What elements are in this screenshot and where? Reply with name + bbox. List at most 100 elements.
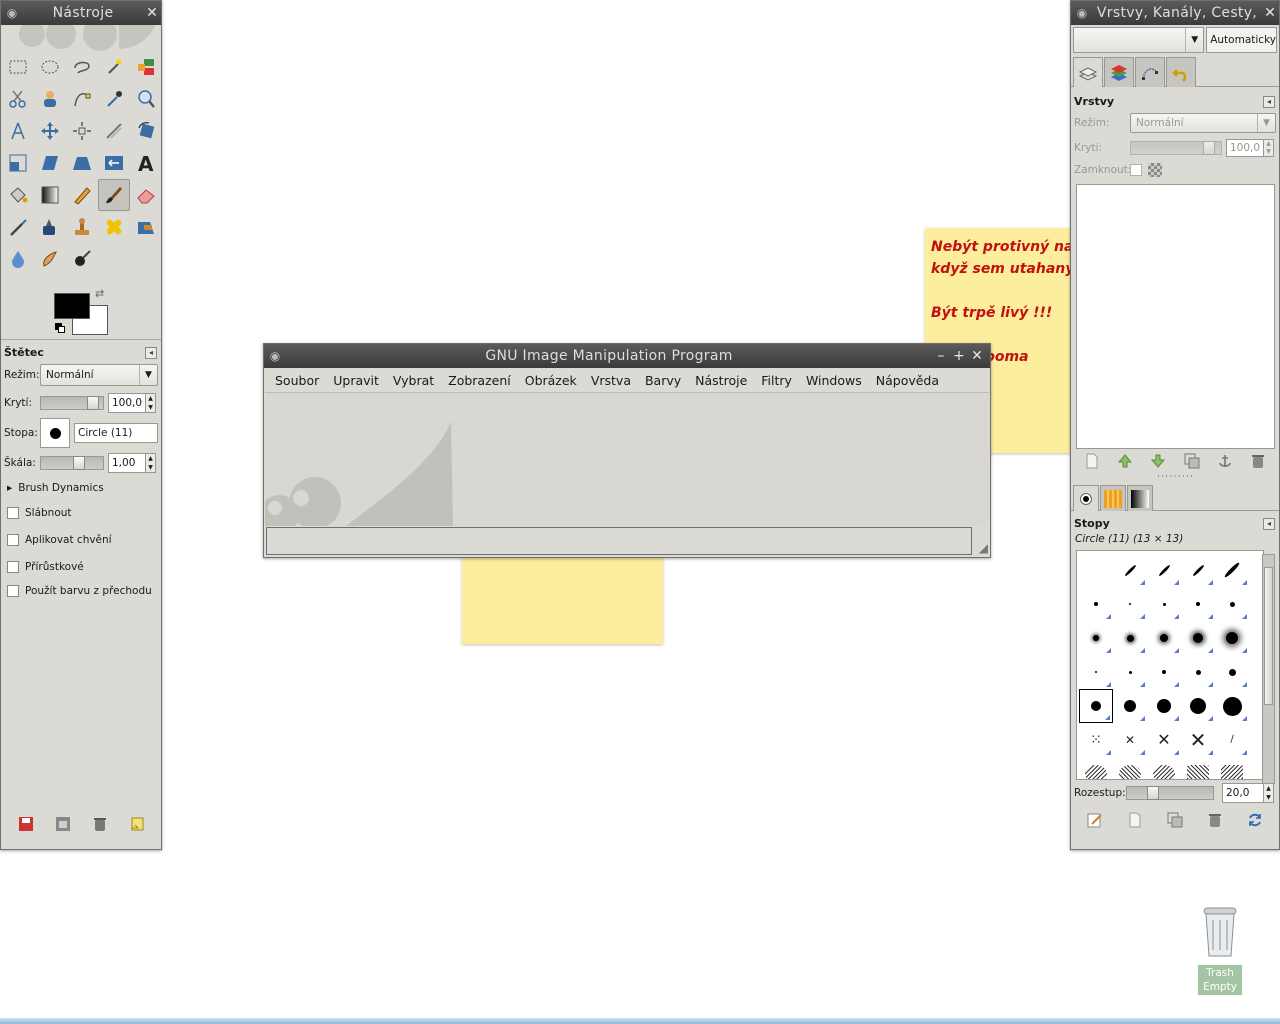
smudge-icon[interactable]: [34, 243, 66, 275]
menu-obrazek[interactable]: Obrázek: [518, 373, 584, 388]
perspective-icon[interactable]: [66, 147, 98, 179]
scale-icon[interactable]: [2, 147, 34, 179]
crop-icon[interactable]: [98, 115, 130, 147]
paths-icon[interactable]: [66, 83, 98, 115]
save-options-icon[interactable]: [15, 813, 37, 835]
eraser-icon[interactable]: [130, 179, 162, 211]
brush-thumbnail[interactable]: [1079, 757, 1113, 779]
flip-icon[interactable]: [98, 147, 130, 179]
text-icon[interactable]: A: [130, 147, 162, 179]
bottom-panel[interactable]: [0, 1018, 1280, 1024]
brush-thumbnail[interactable]: [1181, 587, 1215, 621]
tab-paths[interactable]: [1135, 57, 1165, 87]
measure-icon[interactable]: [2, 115, 34, 147]
jitter-checkbox[interactable]: Aplikovat chvění: [1, 526, 161, 553]
brush-thumbnail[interactable]: ∕: [1215, 723, 1249, 757]
empty-canvas-area[interactable]: [265, 392, 989, 526]
close-icon[interactable]: ✕: [143, 5, 161, 21]
auto-button[interactable]: Automaticky: [1206, 27, 1277, 53]
blur-icon[interactable]: [2, 243, 34, 275]
maximize-icon[interactable]: +: [950, 348, 968, 364]
brush-thumbnail[interactable]: [1113, 757, 1147, 779]
tab-undo-history[interactable]: [1166, 57, 1196, 87]
brush-thumbnail[interactable]: [1079, 689, 1113, 723]
pencil-icon[interactable]: [66, 179, 98, 211]
free-select-icon[interactable]: [66, 51, 98, 83]
dock-titlebar[interactable]: ◉ Vrstvy, Kanály, Cesty, ✕: [1071, 1, 1279, 25]
move-icon[interactable]: [34, 115, 66, 147]
close-icon[interactable]: ✕: [1261, 5, 1279, 21]
dodge-burn-icon[interactable]: [66, 243, 98, 275]
brush-thumbnail[interactable]: [1113, 689, 1147, 723]
ellipse-select-icon[interactable]: [34, 51, 66, 83]
foreground-select-icon[interactable]: [34, 83, 66, 115]
brush-thumbnail[interactable]: [1215, 757, 1249, 779]
brush-thumbnail[interactable]: [1181, 621, 1215, 655]
brush-thumbnail[interactable]: ✕: [1113, 723, 1147, 757]
layer-opacity-slider[interactable]: [1130, 140, 1222, 155]
brush-thumbnail[interactable]: [1215, 655, 1249, 689]
new-layer-icon[interactable]: [1084, 453, 1100, 472]
lower-layer-icon[interactable]: [1150, 453, 1166, 472]
refresh-brushes-icon[interactable]: [1247, 812, 1263, 831]
layers-list[interactable]: [1076, 184, 1275, 449]
gradient-color-checkbox[interactable]: Použít barvu z přechodu: [1, 580, 161, 602]
perspective-clone-icon[interactable]: [130, 211, 162, 243]
brush-thumbnail[interactable]: [1113, 587, 1147, 621]
brush-thumbnail[interactable]: [1215, 689, 1249, 723]
new-brush-icon[interactable]: [1127, 812, 1143, 831]
brush-thumbnail[interactable]: [1215, 621, 1249, 655]
select-by-color-icon[interactable]: [130, 51, 162, 83]
window-menu-icon[interactable]: ◉: [1, 6, 23, 20]
lock-pixels-checkbox[interactable]: [1130, 157, 1142, 184]
delete-brush-icon[interactable]: [1207, 812, 1223, 831]
pane-separator[interactable]: ' ' ' ' ' ' ' ' ': [1071, 475, 1279, 483]
brush-name-field[interactable]: Circle (11): [74, 423, 158, 443]
brush-thumbnail[interactable]: [1079, 655, 1113, 689]
brush-thumbnail[interactable]: ⁙: [1079, 723, 1113, 757]
blend-icon[interactable]: [34, 179, 66, 211]
incremental-checkbox[interactable]: Přírůstkové: [1, 553, 161, 580]
tab-menu-icon[interactable]: ◂: [1263, 517, 1275, 530]
brush-thumbnail[interactable]: [1113, 553, 1147, 587]
window-menu-icon[interactable]: ◉: [264, 349, 286, 363]
brush-thumbnail[interactable]: [1113, 655, 1147, 689]
scale-slider[interactable]: [40, 456, 104, 470]
close-icon[interactable]: ✕: [968, 348, 986, 364]
resize-grip-icon[interactable]: ◢: [979, 541, 988, 555]
brush-thumbnail[interactable]: [1113, 621, 1147, 655]
tab-gradients[interactable]: [1127, 485, 1153, 511]
clone-icon[interactable]: [66, 211, 98, 243]
brushes-scrollbar[interactable]: [1262, 554, 1275, 784]
brush-thumbnail[interactable]: [1147, 757, 1181, 779]
bucket-fill-icon[interactable]: [2, 179, 34, 211]
menu-filtry[interactable]: Filtry: [754, 373, 799, 388]
brush-thumbnail[interactable]: [1079, 587, 1113, 621]
sticky-note-blank[interactable]: [462, 557, 663, 644]
brush-thumbnail[interactable]: [1079, 553, 1113, 587]
window-menu-icon[interactable]: ◉: [1071, 6, 1093, 20]
ink-icon[interactable]: [34, 211, 66, 243]
menu-windows[interactable]: Windows: [799, 373, 869, 388]
scissors-select-icon[interactable]: [2, 83, 34, 115]
opacity-input[interactable]: 100,0: [108, 393, 146, 413]
lock-alpha-icon[interactable]: [1148, 163, 1162, 177]
brush-thumbnail[interactable]: ✕: [1147, 723, 1181, 757]
brush-thumbnail[interactable]: [1147, 621, 1181, 655]
menu-zobrazeni[interactable]: Zobrazení: [441, 373, 518, 388]
delete-options-icon[interactable]: [89, 813, 111, 835]
toolbox-titlebar[interactable]: ◉ Nástroje ✕: [1, 1, 161, 25]
menu-vybrat[interactable]: Vybrat: [386, 373, 441, 388]
brush-thumbnail[interactable]: [1147, 655, 1181, 689]
fade-checkbox[interactable]: Slábnout: [1, 499, 161, 526]
menu-soubor[interactable]: Soubor: [268, 373, 326, 388]
brush-thumbnail[interactable]: [1181, 757, 1215, 779]
layer-opacity-input[interactable]: 100,0: [1226, 138, 1264, 157]
tab-layers[interactable]: [1073, 57, 1103, 87]
scale-stepper[interactable]: ▲ ▼: [146, 453, 156, 473]
menu-napoveda[interactable]: Nápověda: [869, 373, 946, 388]
opacity-slider[interactable]: [40, 396, 104, 410]
delete-layer-icon[interactable]: [1250, 453, 1266, 472]
brush-thumbnail[interactable]: [1181, 655, 1215, 689]
brush-preview-button[interactable]: [40, 418, 70, 448]
